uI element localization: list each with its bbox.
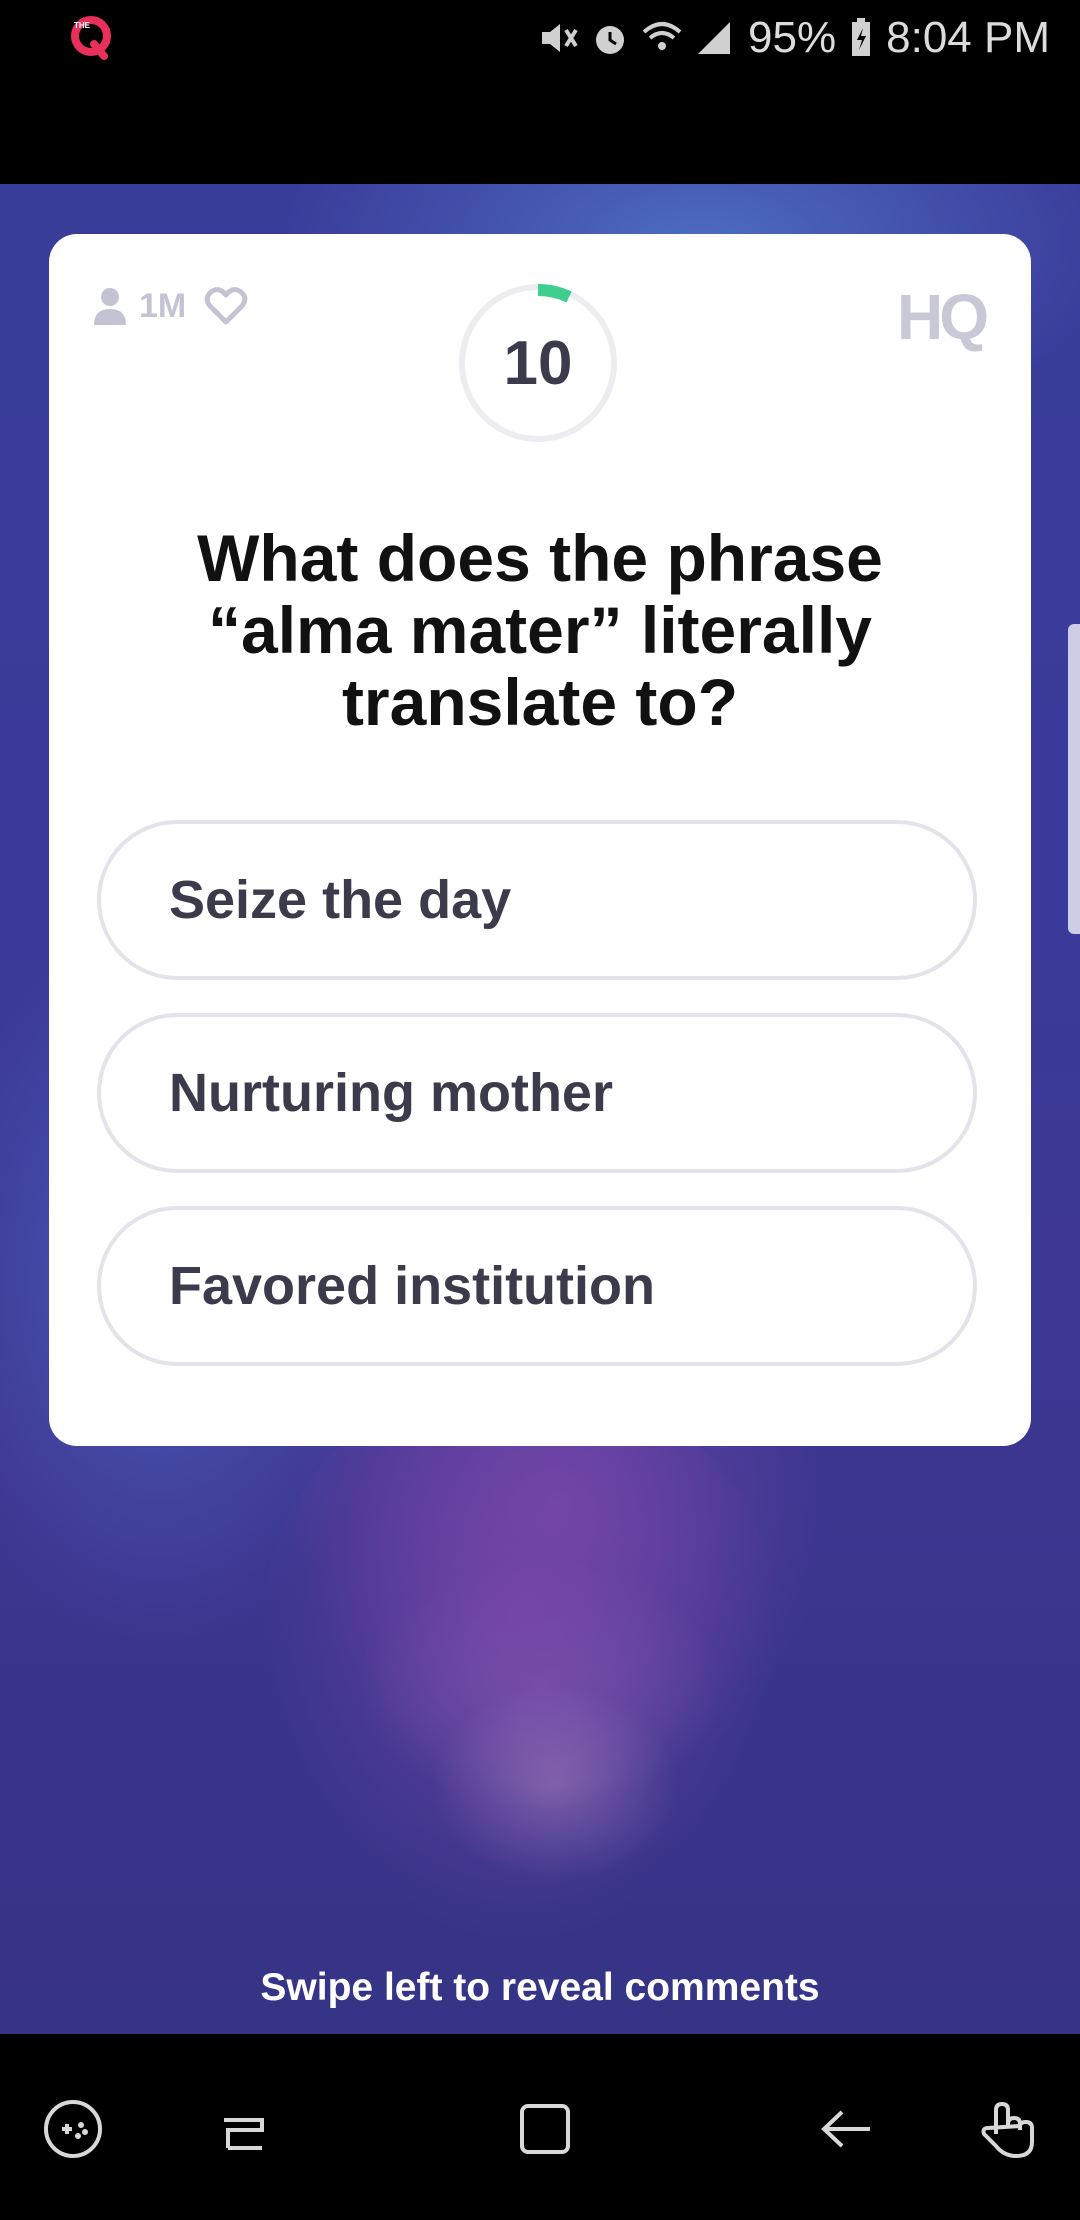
battery-charging-icon [852,18,871,56]
mute-icon [542,24,578,52]
answer-option-3[interactable]: Favored institution [97,1206,977,1366]
hq-logo: HQ [897,281,989,353]
clock: 8:04 PM [886,13,1050,62]
question-card: 1M 10 HQ What does the phrase “alma mate… [49,234,1031,1446]
hq-app-icon: THE [66,14,116,64]
status-right: 95% 8:04 PM [536,8,1050,68]
wifi-icon [642,22,682,50]
answer-option-2[interactable]: Nurturing mother [97,1013,977,1173]
heart-icon[interactable] [204,286,248,326]
edge-panel-handle[interactable] [1068,624,1080,934]
game-launcher-icon[interactable] [38,2094,108,2164]
svg-text:THE: THE [74,21,91,30]
navigation-bar [0,2034,1080,2220]
viewer-count: 1M [93,286,248,326]
viewer-count-text: 1M [139,286,187,325]
user-icon [94,288,126,325]
status-bar: THE 95% 8:04 PM [0,0,1080,184]
question-text: What does the phrase “alma mater” litera… [197,521,883,739]
alarm-icon [596,26,625,54]
gesture-icon[interactable] [972,2094,1042,2164]
countdown-timer: 10 [457,282,619,444]
timer-number: 10 [503,328,573,398]
signal-icon [698,22,731,54]
recents-icon[interactable] [208,2094,278,2164]
battery-percent: 95% [748,13,837,62]
back-icon[interactable] [812,2094,882,2164]
home-icon[interactable] [510,2094,580,2164]
swipe-hint: Swipe left to reveal comments [260,1966,820,2009]
presenter-hands [430,1684,680,1884]
answer-option-1[interactable]: Seize the day [97,820,977,980]
